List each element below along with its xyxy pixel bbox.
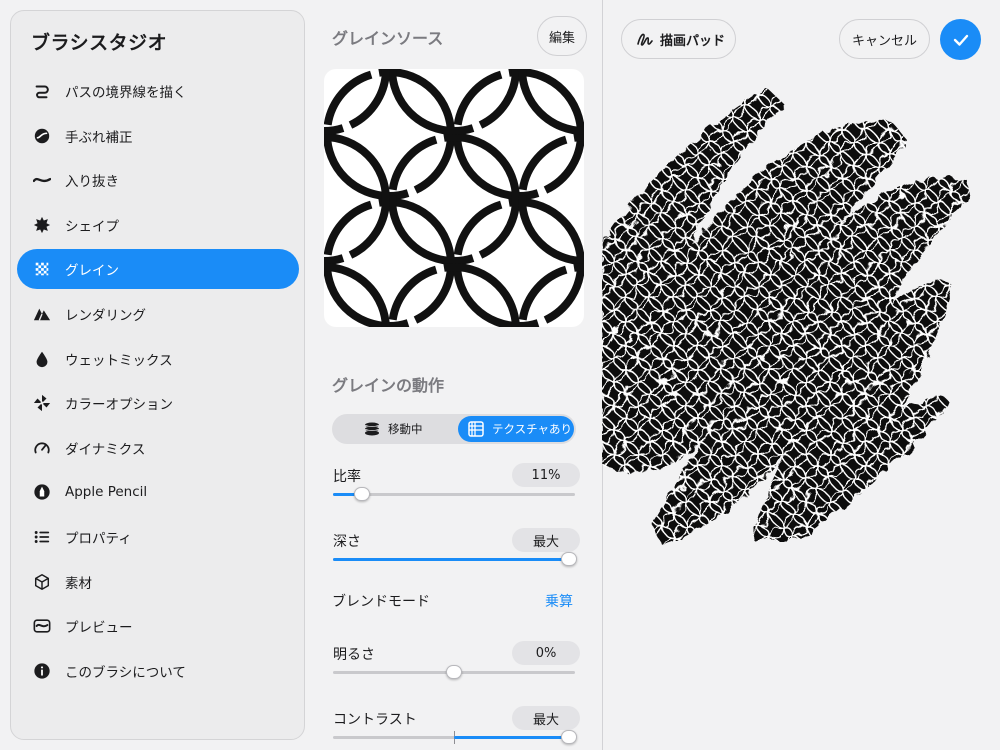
grain-icon (30, 257, 54, 281)
drawing-pad-label: 描画パッド (660, 33, 726, 49)
scale-slider[interactable] (333, 487, 575, 501)
grain-source-preview[interactable] (324, 69, 584, 327)
sidebar-item-label: プレビュー (65, 620, 133, 637)
preview-icon (30, 614, 54, 638)
texture-icon (468, 421, 484, 437)
checkmark-icon (953, 34, 968, 46)
rendering-icon (30, 302, 54, 326)
grain-source-title: グレインソース (332, 29, 444, 48)
cancel-button[interactable]: キャンセル (839, 19, 930, 59)
sidebar-item-label: 素材 (65, 575, 92, 592)
scribble-icon (637, 33, 653, 46)
mode-moving-option[interactable]: 移動中 (334, 416, 454, 442)
sidebar-item-taper[interactable]: 入り抜き (17, 160, 299, 200)
confirm-button[interactable] (940, 19, 981, 60)
sidebar-item-label: カラーオプション (65, 397, 173, 414)
drawing-pad-button[interactable]: 描画パッド (621, 19, 736, 59)
properties-icon (30, 525, 54, 549)
sidebar-item-label: Apple Pencil (65, 484, 148, 501)
sidebar-item-preview[interactable]: プレビュー (17, 606, 299, 646)
sidebar-item-stabilization[interactable]: 手ぶれ補正 (17, 116, 299, 156)
sidebar-item-color-options[interactable]: カラーオプション (17, 383, 299, 423)
sidebar-item-label: 手ぶれ補正 (65, 129, 133, 146)
sidebar-list: パスの境界線を描く 手ぶれ補正 入り抜き シェイプ グレイン レンダリング ウェ… (17, 71, 299, 695)
contrast-slider-knob[interactable] (561, 730, 577, 744)
sidebar-item-label: グレイン (65, 263, 119, 280)
contrast-value[interactable]: 最大 (512, 706, 580, 730)
sidebar-item-label: 入り抜き (65, 174, 119, 191)
brightness-value[interactable]: 0% (512, 641, 580, 665)
scale-slider-knob[interactable] (354, 487, 370, 501)
taper-icon (30, 168, 54, 192)
sidebar-item-label: このブラシについて (65, 664, 186, 681)
dynamics-icon (30, 436, 54, 460)
materials-icon (30, 570, 54, 594)
scale-value[interactable]: 11% (512, 463, 580, 487)
stack-icon (364, 422, 380, 436)
brightness-label: 明るさ (333, 647, 375, 663)
sidebar-item-rendering[interactable]: レンダリング (17, 294, 299, 334)
brightness-slider-knob[interactable] (446, 665, 462, 679)
sidebar-item-label: ダイナミクス (65, 441, 146, 458)
scale-label: 比率 (333, 469, 361, 485)
mode-moving-label: 移動中 (388, 422, 423, 436)
contrast-label: コントラスト (333, 712, 417, 728)
mode-texturized-option[interactable]: テクスチャあり (458, 416, 574, 442)
sidebar-item-label: シェイプ (65, 218, 119, 235)
edit-button[interactable]: 編集 (537, 16, 587, 56)
sidebar-item-label: ウェットミックス (65, 352, 173, 369)
depth-slider-knob[interactable] (561, 552, 577, 566)
depth-slider[interactable] (333, 552, 577, 566)
stroke-path-icon (30, 79, 54, 103)
color-options-icon (30, 391, 54, 415)
depth-value[interactable]: 最大 (512, 528, 580, 552)
depth-label: 深さ (333, 534, 361, 550)
blend-mode-value[interactable]: 乗算 (545, 591, 573, 611)
sidebar-item-materials[interactable]: 素材 (17, 562, 299, 602)
grain-behavior-title: グレインの動作 (332, 376, 445, 395)
sidebar-item-stroke-path[interactable]: パスの境界線を描く (17, 71, 299, 111)
shape-icon (30, 213, 54, 237)
info-icon (30, 659, 54, 683)
sidebar-item-label: プロパティ (65, 530, 132, 547)
brightness-slider[interactable] (333, 665, 575, 679)
sidebar-item-dynamics[interactable]: ダイナミクス (17, 428, 299, 468)
grain-settings-panel: グレインソース 編集 グレインの動作 移動中 テクスチャあり 比率 11% 深さ… (315, 0, 600, 750)
sidebar-item-grain[interactable]: グレイン (17, 249, 299, 290)
sidebar-title: ブラシスタジオ (31, 32, 168, 54)
sidebar-item-label: レンダリング (65, 307, 146, 324)
blend-mode-label: ブレンドモード (332, 594, 430, 610)
depth-slider-fill (333, 558, 575, 561)
sidebar-item-about[interactable]: このブラシについて (17, 651, 299, 691)
brush-studio-sidebar: ブラシスタジオ パスの境界線を描く 手ぶれ補正 入り抜き シェイプ グレイン レ… (10, 10, 305, 740)
wet-mix-icon (30, 347, 54, 371)
brush-stroke-preview[interactable] (602, 70, 1000, 560)
sidebar-item-properties[interactable]: プロパティ (17, 517, 299, 557)
sidebar-item-apple-pencil[interactable]: Apple Pencil (17, 472, 299, 512)
contrast-slider-fill (454, 736, 575, 739)
sidebar-item-shape[interactable]: シェイプ (17, 205, 299, 245)
contrast-slider[interactable] (333, 730, 577, 744)
sidebar-item-wet-mix[interactable]: ウェットミックス (17, 339, 299, 379)
sidebar-item-label: パスの境界線を描く (65, 85, 187, 101)
stabilization-icon (30, 124, 54, 148)
mode-texturized-label: テクスチャあり (492, 422, 573, 436)
apple-pencil-icon (30, 480, 54, 504)
grain-behavior-segmented-control: 移動中 テクスチャあり (332, 414, 576, 444)
